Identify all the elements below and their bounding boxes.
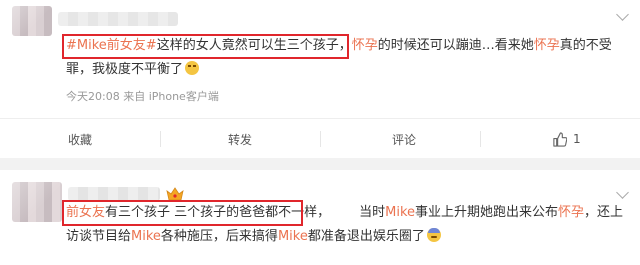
like-button[interactable]: 1 (552, 119, 581, 159)
post-text: 各种施压，后来搞得 (160, 229, 278, 244)
highlight-box (62, 34, 349, 59)
comment-label: 评论 (392, 132, 417, 147)
avatar[interactable] (12, 6, 52, 36)
thumbs-up-icon (553, 131, 567, 147)
username-blurred[interactable] (68, 187, 160, 201)
favorite-button[interactable]: 收藏 (68, 119, 92, 159)
keyword-link[interactable]: Mike (131, 229, 161, 244)
post-text: ，还上 (584, 205, 624, 220)
keyword-link[interactable]: Mike (278, 229, 308, 244)
post-text-line-2: 罪，我极度不平衡了 (66, 58, 200, 82)
divider (480, 131, 481, 147)
favorite-label: 收藏 (68, 132, 93, 147)
post-text: 当时 (359, 205, 386, 220)
post-text: 真的不受 (559, 38, 612, 53)
post-text-line-2: 访谈节目给Mike各种施压，后来搞得Mike都准备退出娱乐圈了 (66, 225, 441, 249)
username-blurred[interactable] (58, 12, 178, 26)
avatar[interactable] (12, 182, 62, 222)
post-text: 访谈节目给 (66, 229, 132, 244)
post-text: 的时候还可以蹦迪…看来她 (377, 38, 534, 53)
angry-face-icon (185, 61, 200, 75)
divider (320, 131, 321, 147)
post-text: 都准备退出娱乐圈了 (307, 229, 425, 244)
keyword-link[interactable]: 怀孕 (352, 38, 378, 53)
post-text: 罪，我极度不平衡了 (66, 62, 184, 77)
chevron-down-icon[interactable] (616, 186, 629, 199)
crown-icon (166, 187, 184, 201)
forward-button[interactable]: 转发 (228, 119, 252, 159)
post-text: 事业上升期她跑出来公布 (415, 205, 559, 220)
separator (0, 158, 640, 170)
post-meta: 今天20:08 来自 iPhone客户端 (66, 90, 219, 103)
highlight-box (62, 200, 303, 226)
post-card-1: #Mike前女友#这样的女人竟然可以生三个孩子，怀孕的时候还可以蹦迪…看来她怀孕… (0, 0, 640, 118)
chevron-down-icon[interactable] (616, 8, 629, 21)
like-count: 1 (573, 132, 581, 146)
action-bar: 收藏 转发 评论 1 (0, 118, 640, 159)
keyword-link[interactable]: Mike (385, 205, 415, 220)
forward-label: 转发 (228, 132, 253, 147)
keyword-link[interactable]: 怀孕 (558, 205, 584, 220)
keyword-link[interactable]: 怀孕 (534, 38, 560, 53)
divider (160, 131, 161, 147)
sweat-face-icon (426, 228, 441, 242)
comment-button[interactable]: 评论 (392, 119, 416, 159)
